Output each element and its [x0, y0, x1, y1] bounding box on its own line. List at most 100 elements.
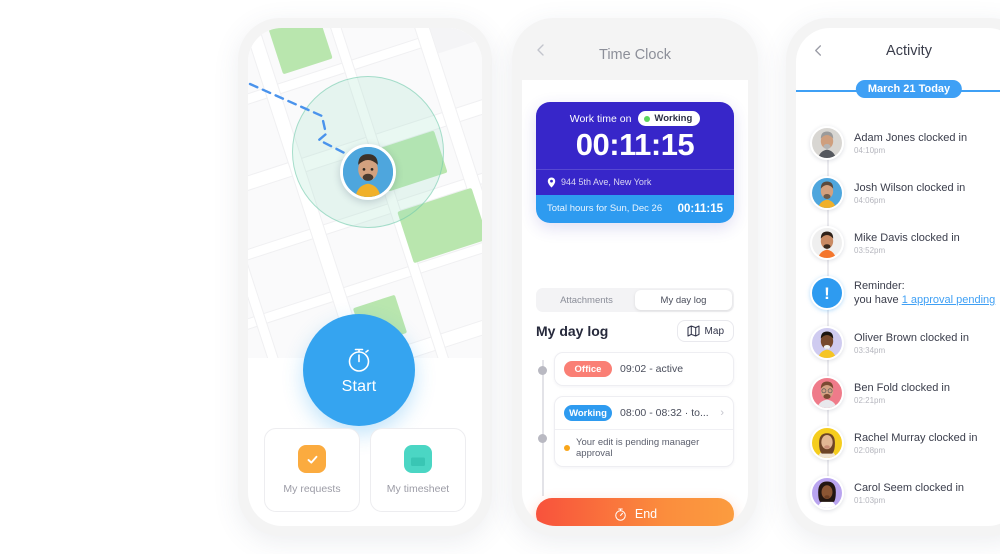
timeline-dot — [538, 434, 547, 443]
avatar — [810, 376, 844, 410]
phone-middle-time-clock: Time Clock Work time on Working 00:11:15 — [512, 18, 758, 536]
date-badge[interactable]: March 21 Today — [855, 80, 963, 98]
map-icon — [687, 325, 700, 337]
list-item[interactable]: Rachel Murray clocked in 02:08pm — [796, 418, 1000, 468]
status-badge: Working — [638, 111, 701, 126]
avatar — [810, 476, 844, 510]
timer-card-top: Work time on Working 00:11:15 — [536, 102, 734, 169]
total-hours-value: 00:11:15 — [677, 202, 723, 215]
total-hours-row: Total hours for Sun, Dec 26 00:11:15 — [536, 194, 734, 223]
log-entry-text: 08:00 - 08:32 · to... — [620, 407, 709, 419]
activity-time: 03:34pm — [854, 345, 886, 355]
activity-title: Activity — [886, 43, 932, 59]
list-item[interactable]: Mike Davis clocked in 03:52pm — [796, 218, 1000, 268]
avatar — [810, 126, 844, 160]
tile-my-timesheet[interactable]: My timesheet — [370, 428, 466, 512]
activity-time: 02:21pm — [854, 395, 886, 405]
log-entry-office[interactable]: Office 09:02 - active — [554, 352, 734, 386]
end-button[interactable]: End — [536, 498, 734, 526]
activity-name: Adam Jones clocked in — [854, 131, 968, 144]
tile-my-timesheet-label: My timesheet — [386, 483, 450, 495]
tile-my-requests[interactable]: My requests — [264, 428, 360, 512]
activity-time: 04:10pm — [854, 145, 886, 155]
stopwatch-icon — [348, 348, 370, 372]
list-item-text: Adam Jones clocked in 04:10pm — [854, 132, 967, 155]
activity-name: Mike Davis clocked in — [854, 231, 960, 244]
timeline-line — [542, 360, 544, 496]
timer-address-text: 944 5th Ave, New York — [561, 177, 652, 188]
end-button-label: End — [634, 507, 658, 521]
map-view[interactable] — [248, 28, 482, 358]
list-item-text: Carol Seem clocked in 01:03pm — [854, 482, 964, 505]
timer-clock-value: 00:11:15 — [575, 127, 695, 162]
chevron-left-icon[interactable] — [812, 44, 825, 57]
start-button[interactable]: Start — [303, 314, 415, 426]
list-item[interactable]: Adam Jones clocked in 04:10pm — [796, 118, 1000, 168]
total-hours-label: Total hours for Sun, Dec 26 — [547, 203, 663, 215]
time-clock-header: Time Clock — [522, 28, 748, 82]
list-item-text: Ben Fold clocked in 02:21pm — [854, 382, 950, 405]
log-pill-office: Office — [564, 361, 612, 377]
map-button-label: Map — [704, 325, 724, 337]
activity-name: Josh Wilson clocked in — [854, 181, 966, 194]
list-item[interactable]: Oliver Brown clocked in 03:34pm — [796, 318, 1000, 368]
log-entry-note-text: Your edit is pending manager approval — [576, 437, 700, 459]
log-entry-text: 09:02 - active — [620, 363, 684, 375]
activity-header: Activity — [796, 28, 1000, 74]
activity-name: Oliver Brown clocked in — [854, 331, 969, 344]
avatar — [810, 176, 844, 210]
phone-left-screen: Start My requests My timesheet — [248, 28, 482, 526]
start-button-label: Start — [341, 377, 377, 395]
status-badge-label: Working — [654, 113, 693, 124]
day-log-title: My day log — [536, 323, 609, 339]
avatar — [810, 226, 844, 260]
exclamation-icon: ! — [810, 276, 844, 310]
phone-right-screen: Activity March 21 Today Adam Jones clock… — [796, 28, 1000, 526]
timer-card: Work time on Working 00:11:15 944 5th Av… — [536, 102, 734, 223]
map-button[interactable]: Map — [676, 320, 734, 342]
tab-my-day-log[interactable]: My day log — [635, 290, 732, 310]
list-item[interactable]: Ben Fold clocked in 02:21pm — [796, 368, 1000, 418]
activity-name: Carol Seem clocked in — [854, 481, 965, 494]
list-item[interactable]: Carol Seem clocked in 01:03pm — [796, 468, 1000, 518]
list-item-reminder[interactable]: ! Reminder: you have 1 approval pending — [796, 268, 1000, 318]
list-item[interactable]: Josh Wilson clocked in 04:06pm — [796, 168, 1000, 218]
segmented-tabs: Attachments My day log — [536, 288, 734, 312]
chevron-left-icon[interactable] — [534, 43, 548, 57]
avatar — [810, 326, 844, 360]
avatar-face-icon — [343, 147, 393, 197]
reminder-body: you have 1 approval pending — [854, 294, 995, 306]
activity-time: 02:08pm — [854, 445, 886, 455]
activity-list: Adam Jones clocked in 04:10pm Josh Wilso… — [796, 118, 1000, 518]
tab-attachments[interactable]: Attachments — [538, 290, 635, 310]
activity-time: 03:52pm — [854, 245, 886, 255]
day-log-header: My day log Map — [536, 318, 734, 344]
work-time-label: Work time on — [569, 112, 632, 125]
activity-name: Rachel Murray clocked in — [854, 431, 978, 444]
reminder-text: Reminder: you have 1 approval pending — [854, 280, 995, 306]
check-icon — [298, 445, 326, 473]
start-button-area: Start — [248, 314, 482, 426]
chevron-right-icon[interactable]: › — [720, 407, 724, 419]
activity-time: 04:06pm — [854, 195, 886, 205]
phone-middle-screen: Work time on Working 00:11:15 944 5th Av… — [522, 80, 748, 526]
quick-tiles: My requests My timesheet — [264, 428, 466, 512]
screenshot-stage: Start My requests My timesheet Time Cloc… — [0, 0, 1000, 554]
activity-name: Ben Fold clocked in — [854, 381, 950, 394]
approval-pending-link[interactable]: 1 approval pending — [902, 294, 996, 306]
location-pin-icon — [547, 177, 556, 188]
log-entry-working[interactable]: Working 08:00 - 08:32 · to... › Your edi… — [554, 396, 734, 467]
time-clock-title: Time Clock — [599, 47, 671, 63]
avatar — [810, 426, 844, 460]
log-pill-working: Working — [564, 405, 612, 421]
pending-dot-icon — [564, 445, 570, 451]
stopwatch-icon — [615, 508, 626, 521]
status-dot-icon — [644, 115, 651, 122]
phone-right-activity: Activity March 21 Today Adam Jones clock… — [786, 18, 1000, 536]
list-item-text: Mike Davis clocked in 03:52pm — [854, 232, 960, 255]
list-item-text: Oliver Brown clocked in 03:34pm — [854, 332, 969, 355]
activity-time: 01:03pm — [854, 495, 886, 505]
user-avatar-on-map[interactable] — [340, 144, 396, 200]
list-item-text: Rachel Murray clocked in 02:08pm — [854, 432, 978, 455]
timer-address-row: 944 5th Ave, New York — [536, 168, 734, 195]
